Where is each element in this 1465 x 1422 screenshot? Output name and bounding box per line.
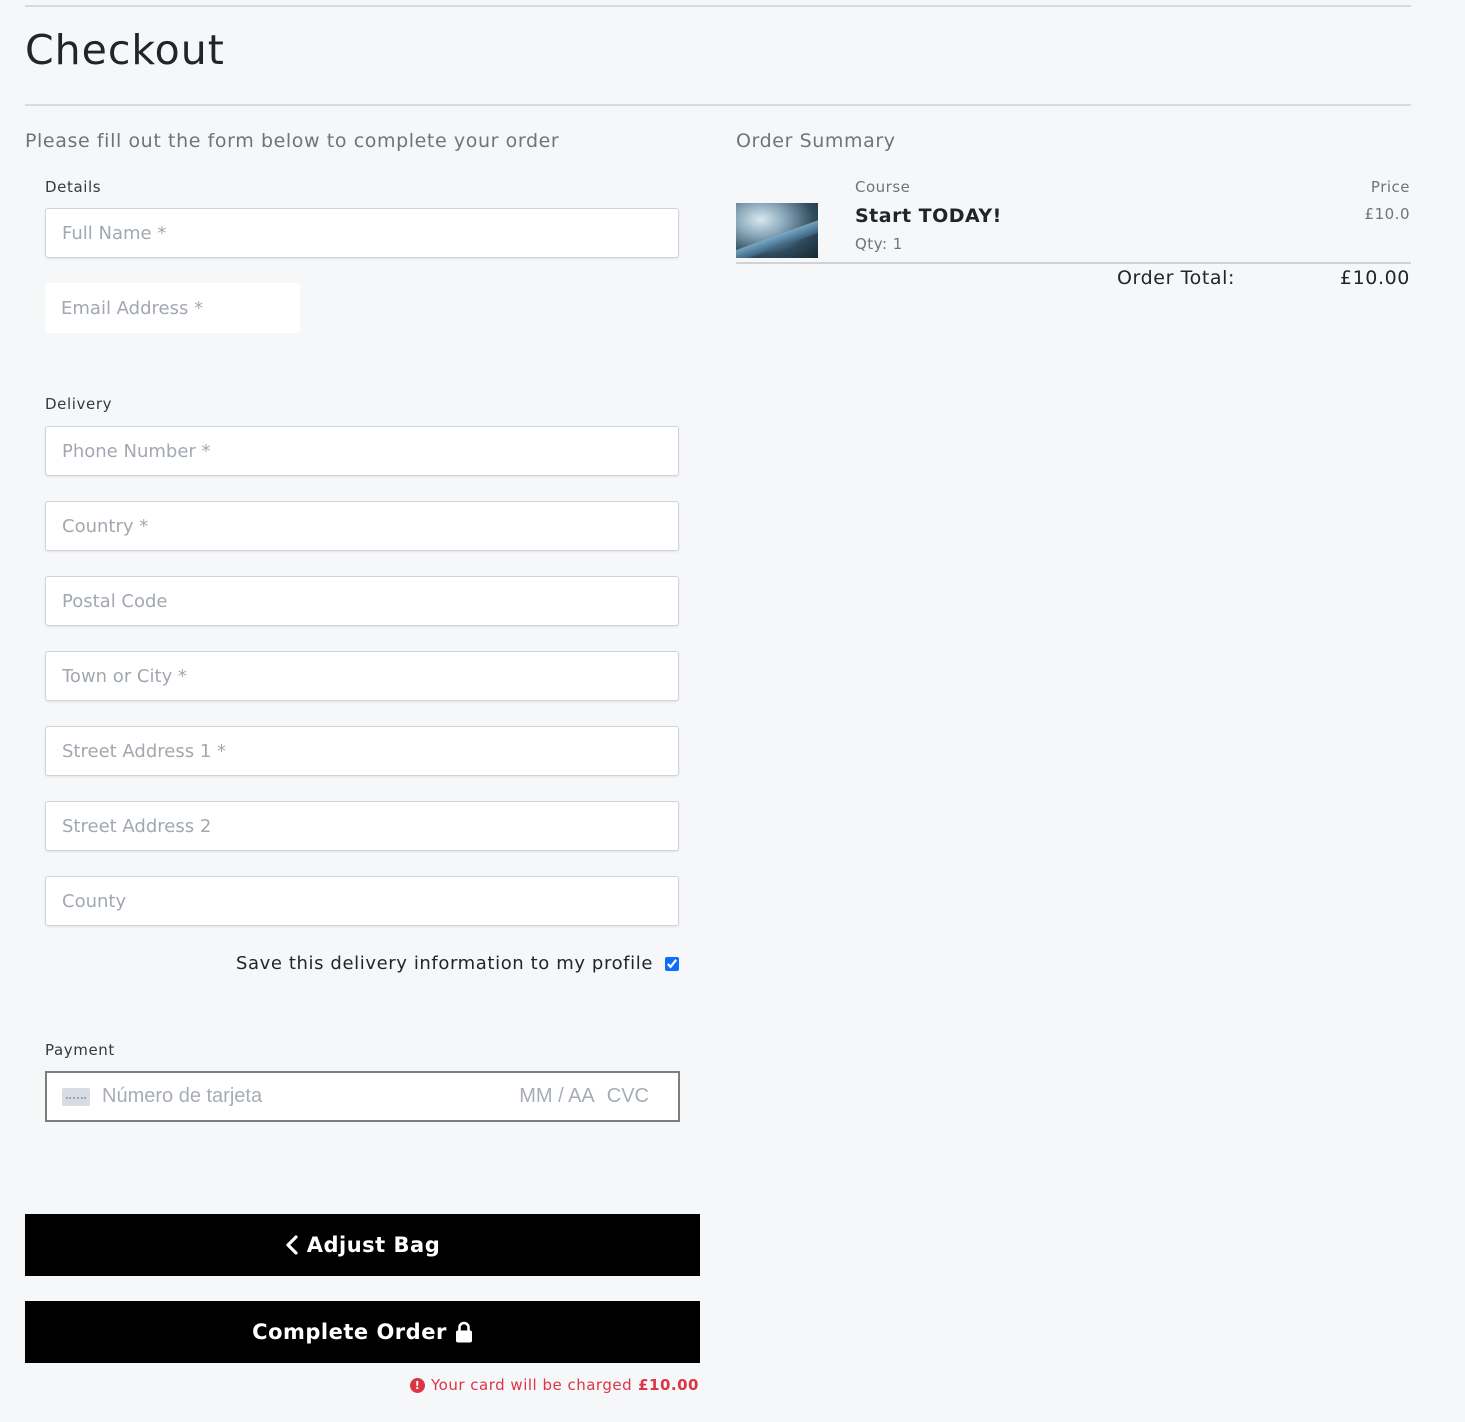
adjust-bag-label: Adjust Bag [306, 1233, 441, 1257]
charge-notice-text: Your card will be charged [431, 1376, 633, 1394]
phone-input[interactable] [45, 426, 679, 476]
course-price: £10.0 [1364, 205, 1410, 223]
card-expiry-field[interactable]: MM / AA [519, 1085, 595, 1108]
card-element[interactable]: Número de tarjeta MM / AA CVC [45, 1071, 680, 1122]
charge-amount: £10.00 [638, 1376, 699, 1394]
top-divider [25, 5, 1411, 7]
lock-icon [455, 1321, 472, 1343]
save-info-checkbox[interactable] [665, 956, 679, 971]
street2-input[interactable] [45, 801, 679, 851]
county-input[interactable] [45, 876, 679, 926]
details-label: Details [45, 178, 102, 196]
save-info-row: Save this delivery information to my pro… [236, 953, 679, 974]
price-column-header: Price [1370, 178, 1410, 196]
adjust-bag-button[interactable]: Adjust Bag [25, 1214, 700, 1276]
card-cvc-field[interactable]: CVC [607, 1085, 649, 1108]
header-divider [25, 104, 1411, 106]
course-name: Start TODAY! [855, 205, 1002, 227]
town-input[interactable] [45, 651, 679, 701]
street1-input[interactable] [45, 726, 679, 776]
order-summary-title: Order Summary [736, 130, 896, 152]
postcode-input[interactable] [45, 576, 679, 626]
credit-card-icon [62, 1087, 90, 1106]
course-column-header: Course [855, 178, 911, 196]
full-name-input[interactable] [45, 208, 679, 258]
complete-order-button[interactable]: Complete Order [25, 1301, 700, 1363]
email-input[interactable] [45, 283, 300, 333]
country-input[interactable] [45, 501, 679, 551]
payment-label: Payment [45, 1041, 115, 1059]
save-info-label[interactable]: Save this delivery information to my pro… [236, 953, 653, 974]
delivery-label: Delivery [45, 395, 113, 413]
exclamation-circle-icon: ! [410, 1377, 425, 1393]
chevron-left-icon [286, 1235, 298, 1255]
page-title: Checkout [25, 26, 225, 74]
form-intro: Please fill out the form below to comple… [25, 130, 560, 152]
course-qty: Qty: 1 [855, 235, 903, 253]
complete-order-label: Complete Order [252, 1320, 447, 1344]
summary-divider [736, 262, 1411, 264]
card-number-field[interactable]: Número de tarjeta [102, 1085, 519, 1108]
charge-notice: ! Your card will be charged £10.00 [410, 1376, 699, 1394]
order-total-value: £10.00 [1339, 267, 1410, 289]
course-thumbnail [736, 203, 818, 258]
order-total-label: Order Total: [1117, 267, 1236, 289]
